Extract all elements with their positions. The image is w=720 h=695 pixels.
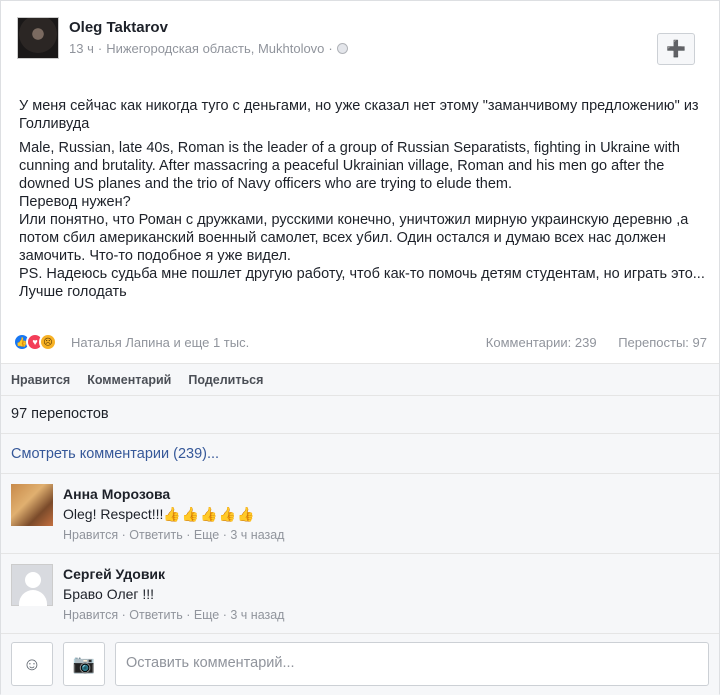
comment-time[interactable]: 3 ч назад [230, 608, 284, 622]
view-comments-link[interactable]: Смотреть комментарии (239)... [1, 433, 719, 473]
comment-body: Браво Олег !!! [63, 586, 155, 602]
comment-time[interactable]: 3 ч назад [230, 528, 284, 542]
post-time[interactable]: 13 ч [69, 41, 94, 56]
post-paragraph: У меня сейчас как никогда туго с деньгам… [19, 98, 699, 132]
camera-icon: 📷 [72, 653, 96, 674]
post-text: У меня сейчас как никогда туго с деньгам… [19, 97, 709, 301]
comment-body: Oleg! Respect!!! [63, 506, 164, 522]
comment-input[interactable]: Оставить комментарий... [115, 642, 709, 686]
post-paragraph: Male, Russian, late 40s, Roman is the le… [19, 140, 680, 192]
reaction-names[interactable]: Наталья Лапина и еще 1 тыс. [71, 335, 249, 350]
add-friend-button[interactable]: ➕ [657, 33, 695, 65]
comment-item: Анна Морозова Oleg! Respect!!!👍👍👍👍👍 Нрав… [1, 473, 719, 555]
comments-count[interactable]: Комментарии: 239 [486, 335, 597, 350]
sad-reaction-icon: ☹ [39, 333, 57, 351]
globe-icon [336, 43, 348, 54]
emoji-button[interactable]: ☺ [11, 642, 53, 686]
post-paragraph: PS. Надеюсь судьба мне пошлет другую раб… [19, 266, 705, 300]
add-person-icon: ➕ [666, 41, 686, 58]
comment-text: Браво Олег !!! [63, 586, 154, 602]
comment-more-link[interactable]: Еще [194, 608, 219, 622]
commenter-name[interactable]: Анна Морозова [63, 486, 170, 502]
photo-button[interactable]: 📷 [63, 642, 105, 686]
commenter-avatar[interactable] [11, 564, 53, 606]
post-location[interactable]: Нижегородская область, Mukhtolovo [106, 41, 324, 56]
post-card: Oleg Taktarov 13 ч · Нижегородская облас… [0, 0, 720, 695]
comment-text: Oleg! Respect!!!👍👍👍👍👍 [63, 506, 256, 523]
share-button[interactable]: Поделиться [188, 373, 263, 387]
comment-like-link[interactable]: Нравится [63, 528, 118, 542]
comment-reply-link[interactable]: Ответить [129, 528, 182, 542]
comment-actions: Нравится · Ответить · Еще · 3 ч назад [63, 608, 285, 622]
meta-separator: · [97, 41, 103, 56]
reaction-icons[interactable]: 👍 ♥ ☹ [13, 333, 57, 351]
thumbs-up-emoji-icon: 👍👍👍👍👍 [163, 506, 256, 522]
commenter-avatar[interactable] [11, 484, 53, 526]
comment-actions: Нравится · Ответить · Еще · 3 ч назад [63, 528, 285, 542]
post-paragraph: Или понятно, что Роман с дружками, русск… [19, 212, 689, 264]
comment-item: Сергей Удовик Браво Олег !!! Нравится · … [1, 553, 719, 635]
post-meta: 13 ч · Нижегородская область, Mukhtolovo… [69, 41, 348, 56]
comment-composer: ☺ 📷 Оставить комментарий... [1, 633, 719, 695]
meta-separator: · [328, 41, 333, 56]
post-header: Oleg Taktarov 13 ч · Нижегородская облас… [17, 17, 703, 67]
comment-reply-link[interactable]: Ответить [129, 608, 182, 622]
action-bar: Нравится Комментарий Поделиться [1, 363, 719, 395]
shares-count[interactable]: Перепосты: 97 [618, 335, 707, 350]
comment-like-link[interactable]: Нравится [63, 608, 118, 622]
comment-button[interactable]: Комментарий [87, 373, 171, 387]
reaction-stats: Комментарии: 239 Перепосты: 97 [468, 335, 707, 350]
like-button[interactable]: Нравится [11, 373, 70, 387]
author-avatar[interactable] [17, 17, 59, 59]
author-name[interactable]: Oleg Taktarov [69, 19, 168, 36]
shares-summary[interactable]: 97 перепостов [1, 395, 719, 433]
reactions-bar: 👍 ♥ ☹ Наталья Лапина и еще 1 тыс. Коммен… [13, 333, 707, 353]
smiley-icon: ☺ [22, 653, 42, 674]
comment-more-link[interactable]: Еще [194, 528, 219, 542]
commenter-name[interactable]: Сергей Удовик [63, 566, 165, 582]
post-paragraph: Перевод нужен? [19, 194, 131, 210]
